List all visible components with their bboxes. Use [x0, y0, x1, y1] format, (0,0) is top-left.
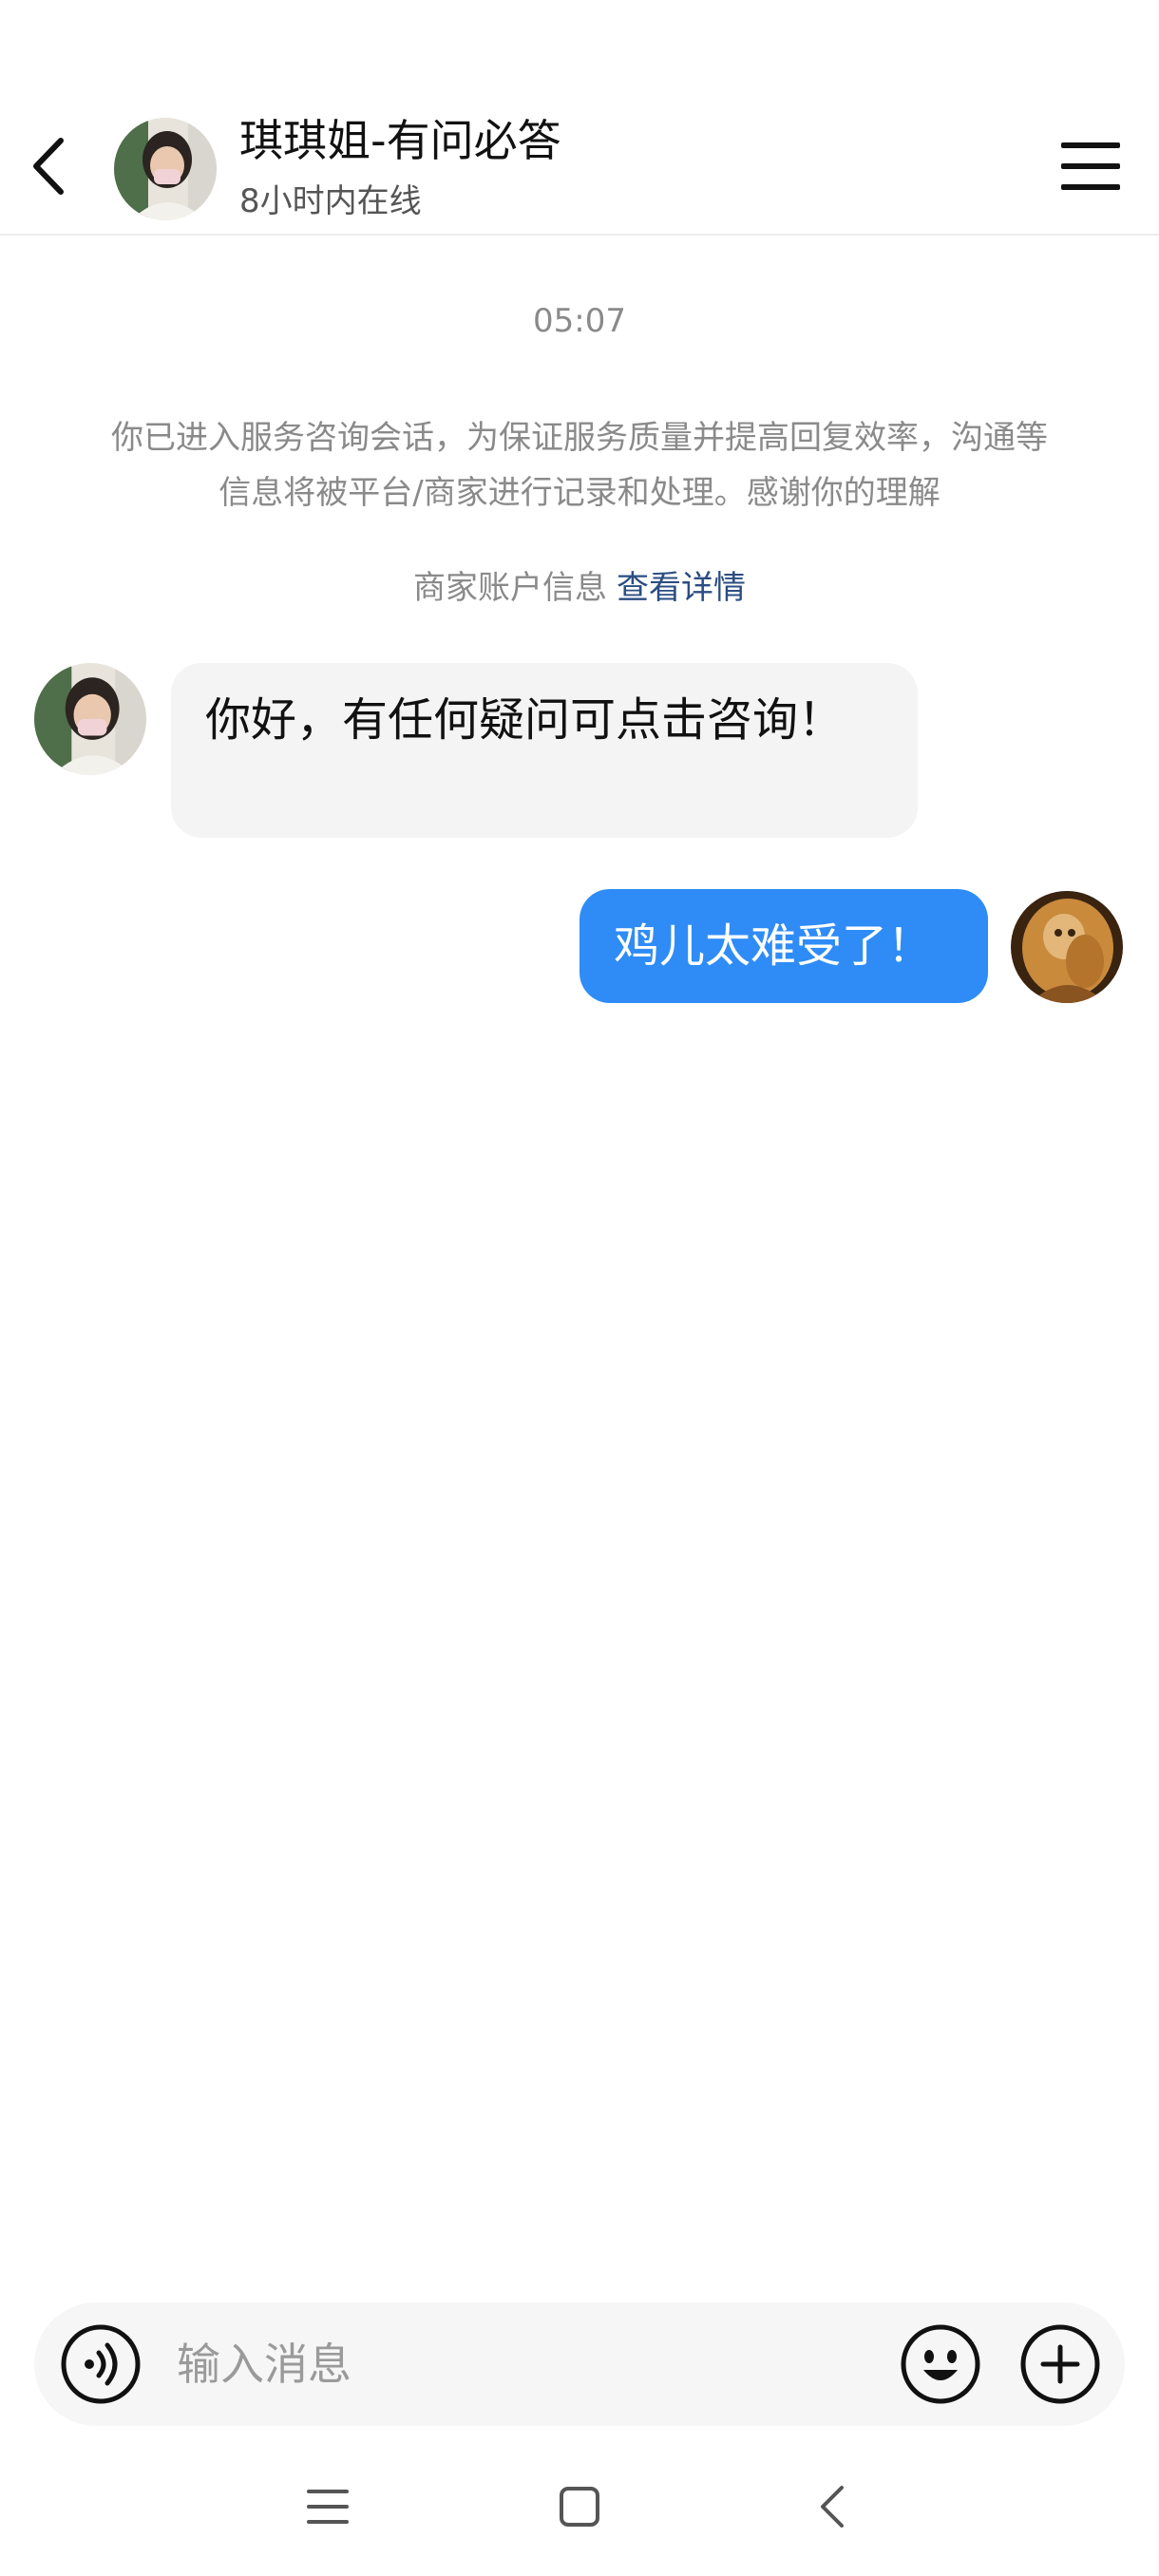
- view-details-link[interactable]: 查看详情: [617, 569, 746, 607]
- chat-screen: 琪琪姐-有问必答 8小时内在线 05:07 你已进入服务咨询会话，为保证服务质量…: [0, 0, 1159, 2576]
- user-message-bubble[interactable]: 鸡儿太难受了！: [580, 889, 988, 1003]
- merchant-message-avatar[interactable]: [34, 663, 146, 775]
- user-avatar[interactable]: [1011, 891, 1123, 1003]
- chevron-left-icon: [33, 138, 64, 195]
- message-input-bar: [34, 2302, 1125, 2426]
- chat-header: 琪琪姐-有问必答 8小时内在线: [0, 0, 1159, 236]
- message-timestamp: 05:07: [533, 302, 626, 340]
- emoji-icon: [901, 2324, 980, 2404]
- menu-button[interactable]: [1054, 133, 1127, 199]
- back-icon: [821, 2486, 844, 2528]
- voice-icon: [61, 2324, 141, 2404]
- chat-title: 琪琪姐-有问必答: [239, 115, 561, 166]
- system-back-button[interactable]: [788, 2473, 874, 2540]
- back-button[interactable]: [19, 133, 76, 199]
- message-input[interactable]: [177, 2321, 870, 2407]
- recents-button[interactable]: [285, 2473, 370, 2540]
- more-options-button[interactable]: [1018, 2322, 1102, 2406]
- merchant-avatar[interactable]: [114, 118, 217, 220]
- recents-icon: [307, 2490, 349, 2524]
- merchant-message-bubble[interactable]: 你好，有任何疑问可点击咨询！: [171, 663, 918, 838]
- user-avatar-image: [1011, 891, 1123, 1003]
- plus-icon: [1020, 2324, 1100, 2404]
- home-button[interactable]: [537, 2473, 622, 2540]
- voice-button[interactable]: [59, 2322, 142, 2406]
- service-notice: 你已进入服务咨询会话，为保证服务质量并提高回复效率，沟通等信息将被平台/商家进行…: [111, 419, 1048, 512]
- merchant-info-label: 商家账户信息: [413, 569, 607, 607]
- home-icon: [560, 2487, 599, 2527]
- merchant-avatar-image: [34, 663, 146, 775]
- merchant-info-row: 商家账户信息 查看详情: [0, 564, 1159, 612]
- merchant-avatar-image: [114, 118, 217, 220]
- online-status: 8小时内在线: [239, 182, 422, 220]
- emoji-button[interactable]: [899, 2322, 982, 2406]
- hamburger-menu-icon: [1061, 142, 1120, 190]
